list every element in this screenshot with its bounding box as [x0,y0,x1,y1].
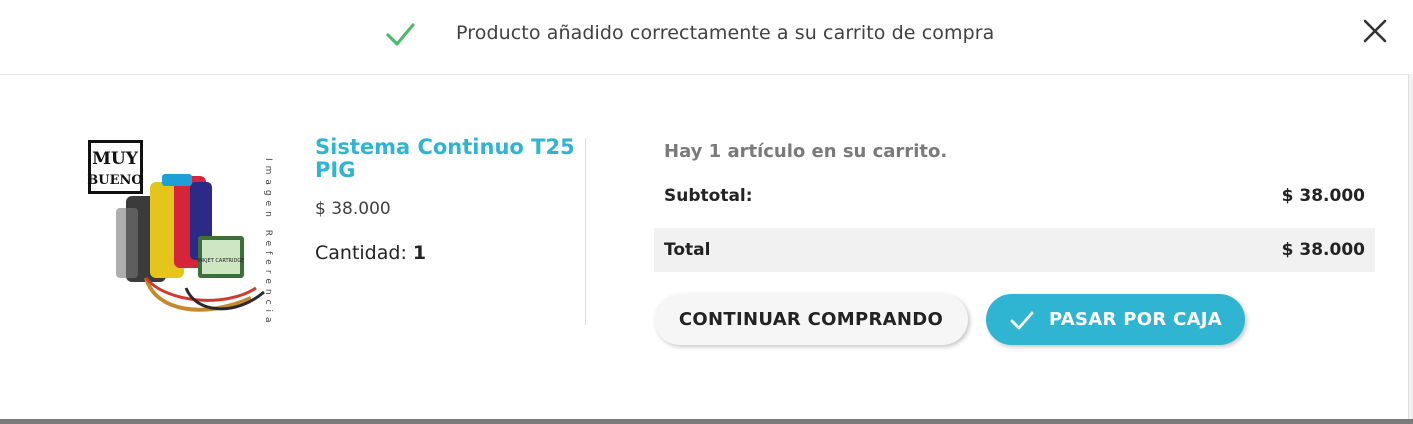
subtotal-label: Subtotal: [664,186,753,206]
badge-text-bueno: BUENO [87,173,142,188]
close-icon[interactable] [1360,16,1390,46]
cartridge-label: INKJET CARTRIDGE [198,258,245,264]
modal-header: Producto añadido correctamente a su carr… [0,0,1413,75]
checkmark-icon [1010,311,1034,329]
modal-title: Producto añadido correctamente a su carr… [456,22,995,44]
subtotal-row: Subtotal: $ 38.000 [654,174,1375,218]
total-value: $ 38.000 [1281,240,1365,260]
total-row: Total $ 38.000 [654,228,1375,272]
product-price: $ 38.000 [315,199,391,219]
product-name[interactable]: Sistema Continuo T25 PIG [315,136,575,182]
vertical-divider [585,138,586,325]
scrollbar[interactable] [1408,74,1413,420]
product-image: MUY BUENO Imagen Referencial INKJET CART… [87,140,273,324]
quantity-value: 1 [412,242,427,264]
continue-shopping-button[interactable]: CONTINUAR COMPRANDO [654,294,968,345]
checkout-label: PASAR POR CAJA [1048,309,1223,330]
continue-shopping-label: CONTINUAR COMPRANDO [678,309,944,330]
checkout-button[interactable]: PASAR POR CAJA [986,294,1245,345]
bottom-border [0,419,1413,424]
image-watermark: Imagen Referencial [263,158,273,324]
check-icon [386,23,415,46]
badge-text-muy: MUY [92,149,139,169]
total-label: Total [664,240,711,260]
subtotal-value: $ 38.000 [1281,186,1365,206]
quantity-label: Cantidad: [315,242,407,264]
cart-count-text: Hay 1 artículo en su carrito. [664,141,948,162]
product-quantity: Cantidad: 1 [315,242,426,264]
